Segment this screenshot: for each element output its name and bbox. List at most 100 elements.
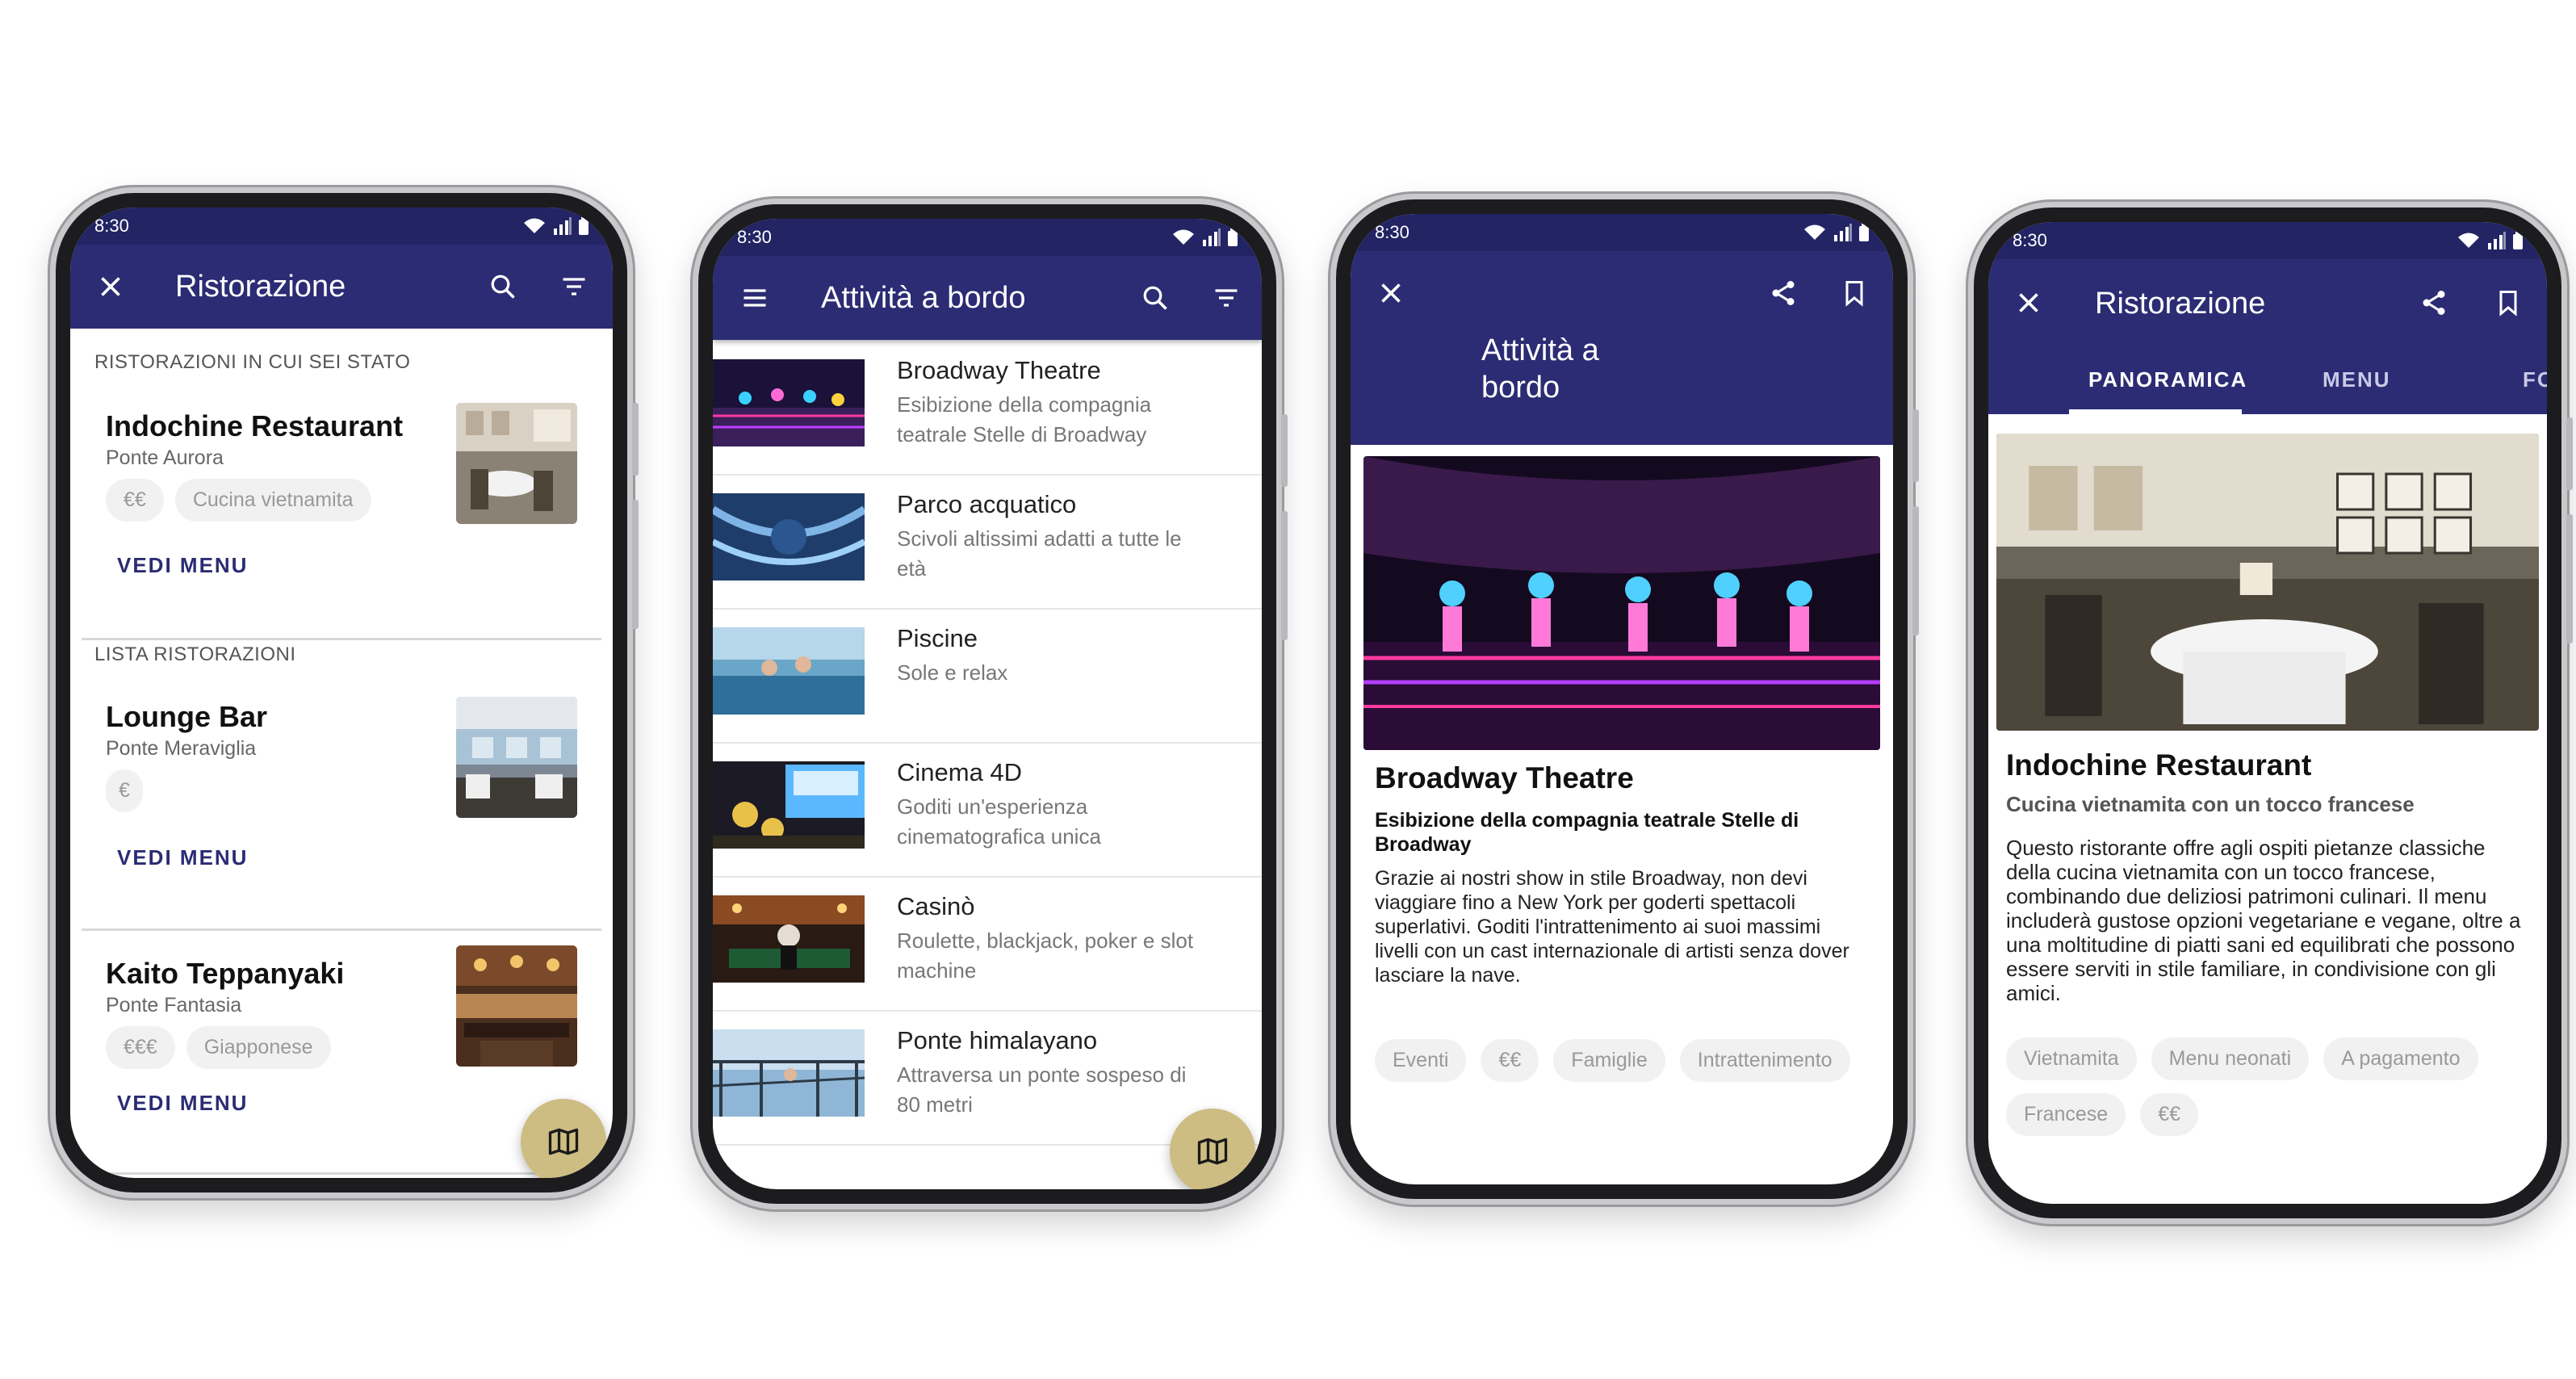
activity-title: Parco acquatico (897, 490, 1077, 518)
tag-chip[interactable]: €€ (2140, 1093, 2199, 1136)
cuisine-chip: Giapponese (186, 1026, 331, 1069)
menu-button[interactable] (732, 275, 777, 321)
restaurant-deck: Ponte Meraviglia (106, 737, 257, 760)
tag-chip[interactable]: A pagamento (2323, 1037, 2478, 1080)
close-button[interactable] (2006, 280, 2051, 325)
tab-panoramica[interactable]: PANORAMICA (2088, 367, 2247, 392)
restaurant-thumbnail (456, 945, 577, 1067)
restaurant-deck: Ponte Aurora (106, 446, 224, 469)
activity-subtitle: Sole e relax (897, 660, 1008, 685)
price-chip: €€ (106, 479, 164, 522)
battery-icon (2513, 232, 2523, 249)
tab-menu[interactable]: MENU (2323, 367, 2391, 392)
vedi-menu-button[interactable]: VEDI MENU (117, 553, 248, 578)
phone-attivita-list: 8:30 Attività a bordo Broadway Theatre E… (693, 199, 1288, 1209)
screen: 8:30 Ristorazione PANORAMICA MENU FO Ind… (1988, 222, 2547, 1204)
activity-title: Broadway Theatre (897, 356, 1101, 384)
detail-body: Questo ristorante offre agli ospiti piet… (2006, 836, 2521, 1005)
search-button[interactable] (1133, 275, 1178, 321)
detail-subheading: Cucina vietnamita con un tocco francese (2006, 792, 2415, 816)
battery-icon (579, 217, 589, 235)
activity-thumbnail (713, 895, 865, 983)
tag-chip[interactable]: Vietnamita (2006, 1037, 2137, 1080)
activity-subtitle: Attraversa un ponte sospeso di 80 metri (897, 1063, 1187, 1117)
vedi-menu-button[interactable]: VEDI MENU (117, 845, 248, 870)
status-bar: 8:30 (70, 207, 613, 245)
page-title: Ristorazione (175, 269, 346, 304)
activity-subtitle: Scivoli altissimi adatti a tutte le età (897, 526, 1182, 581)
app-bar: Attività a bordo (1351, 251, 1893, 445)
close-icon (101, 277, 120, 296)
status-time: 8:30 (737, 227, 772, 247)
activity-row[interactable]: Broadway Theatre Esibizione della compag… (713, 342, 1262, 476)
vedi-menu-button[interactable]: VEDI MENU (117, 1091, 248, 1116)
close-icon (1381, 283, 1401, 303)
activity-thumbnail (713, 761, 865, 849)
signal-icon (1203, 228, 1221, 246)
cuisine-chip: Cucina vietnamita (174, 479, 371, 522)
share-button[interactable] (2411, 280, 2457, 325)
restaurant-card[interactable]: Indochine Restaurant Ponte Aurora €€ Cuci… (82, 379, 601, 640)
status-time: 8:30 (94, 216, 129, 236)
restaurant-deck: Ponte Fantasia (106, 994, 242, 1016)
screen: 8:30 Ristorazione RISTORAZIONI IN CUI SE… (70, 207, 613, 1178)
tag-chip[interactable]: Intrattenimento (1679, 1039, 1850, 1082)
tag-chip[interactable]: Menu neonati (2151, 1037, 2310, 1080)
bookmark-icon (2499, 291, 2517, 316)
bookmark-button[interactable] (1832, 270, 1877, 316)
bookmark-button[interactable] (2486, 280, 2531, 325)
search-icon (491, 275, 515, 299)
tag-chip[interactable]: Eventi (1375, 1039, 1467, 1082)
restaurant-card[interactable]: Lounge Bar Ponte Meraviglia € VEDI MENU (82, 673, 601, 931)
close-icon (2019, 293, 2038, 312)
map-fab[interactable] (1170, 1109, 1255, 1189)
activity-title: Cinema 4D (897, 758, 1023, 786)
hamburger-menu-icon (743, 289, 766, 307)
search-button[interactable] (480, 264, 526, 309)
filter-icon (1215, 289, 1238, 307)
share-button[interactable] (1761, 270, 1806, 316)
status-time: 8:30 (1375, 222, 1409, 242)
detail-subheading: Esibizione della compagnia teatrale Stel… (1375, 809, 1799, 856)
activity-title: Piscine (897, 624, 978, 652)
activity-title: Casinò (897, 892, 975, 920)
price-chip: €€€ (106, 1026, 175, 1069)
tag-chip[interactable]: Francese (2006, 1093, 2126, 1136)
restaurant-thumbnail (456, 403, 577, 524)
filter-button[interactable] (1204, 275, 1249, 321)
tag-chip[interactable]: €€ (1481, 1039, 1539, 1082)
activity-subtitle: Roulette, blackjack, poker e slot machin… (897, 928, 1194, 983)
hero-image (1996, 434, 2539, 731)
close-button[interactable] (1368, 270, 1414, 316)
map-icon (548, 1128, 579, 1155)
page-title: Ristorazione (2095, 287, 2266, 321)
activity-subtitle: Esibizione della compagnia teatrale Stel… (897, 392, 1152, 446)
phone-ristorazione-detail: 8:30 Ristorazione PANORAMICA MENU FO Ind… (1968, 202, 2573, 1224)
share-icon (2423, 291, 2445, 315)
search-icon (1143, 286, 1167, 310)
restaurant-name: Lounge Bar (106, 700, 268, 733)
hero-image (1363, 456, 1880, 750)
map-fab[interactable] (521, 1099, 606, 1178)
detail-heading: Broadway Theatre (1375, 761, 1634, 794)
map-icon (1197, 1138, 1228, 1165)
activity-row[interactable]: Casinò Roulette, blackjack, poker e slot… (713, 878, 1262, 1012)
screen: 8:30 Attività a bordo Broadway Theatre E… (1351, 214, 1893, 1184)
price-chip: € (106, 769, 143, 812)
tag-chip[interactable]: Famiglie (1553, 1039, 1665, 1082)
signal-icon (554, 217, 572, 235)
activity-row[interactable]: Cinema 4D Goditi un'esperienza cinematog… (713, 744, 1262, 878)
activity-row[interactable]: Parco acquatico Scivoli altissimi adatti… (713, 476, 1262, 610)
activity-thumbnail (713, 359, 865, 446)
close-button[interactable] (88, 264, 133, 309)
detail-body: Grazie ai nostri show in stile Broadway,… (1375, 867, 1849, 987)
app-bar: Attività a bordo (713, 256, 1262, 340)
activity-title: Ponte himalayano (897, 1026, 1098, 1054)
tab-bar: PANORAMICA MENU FO (1988, 345, 2547, 414)
wifi-icon (1173, 229, 1194, 245)
activity-row[interactable]: Piscine Sole e relax (713, 610, 1262, 744)
tab-more[interactable]: FO (2523, 367, 2547, 392)
phone-ristorazione-list: 8:30 Ristorazione RISTORAZIONI IN CUI SE… (50, 187, 639, 1198)
restaurant-thumbnail (456, 697, 577, 818)
filter-button[interactable] (551, 264, 597, 309)
